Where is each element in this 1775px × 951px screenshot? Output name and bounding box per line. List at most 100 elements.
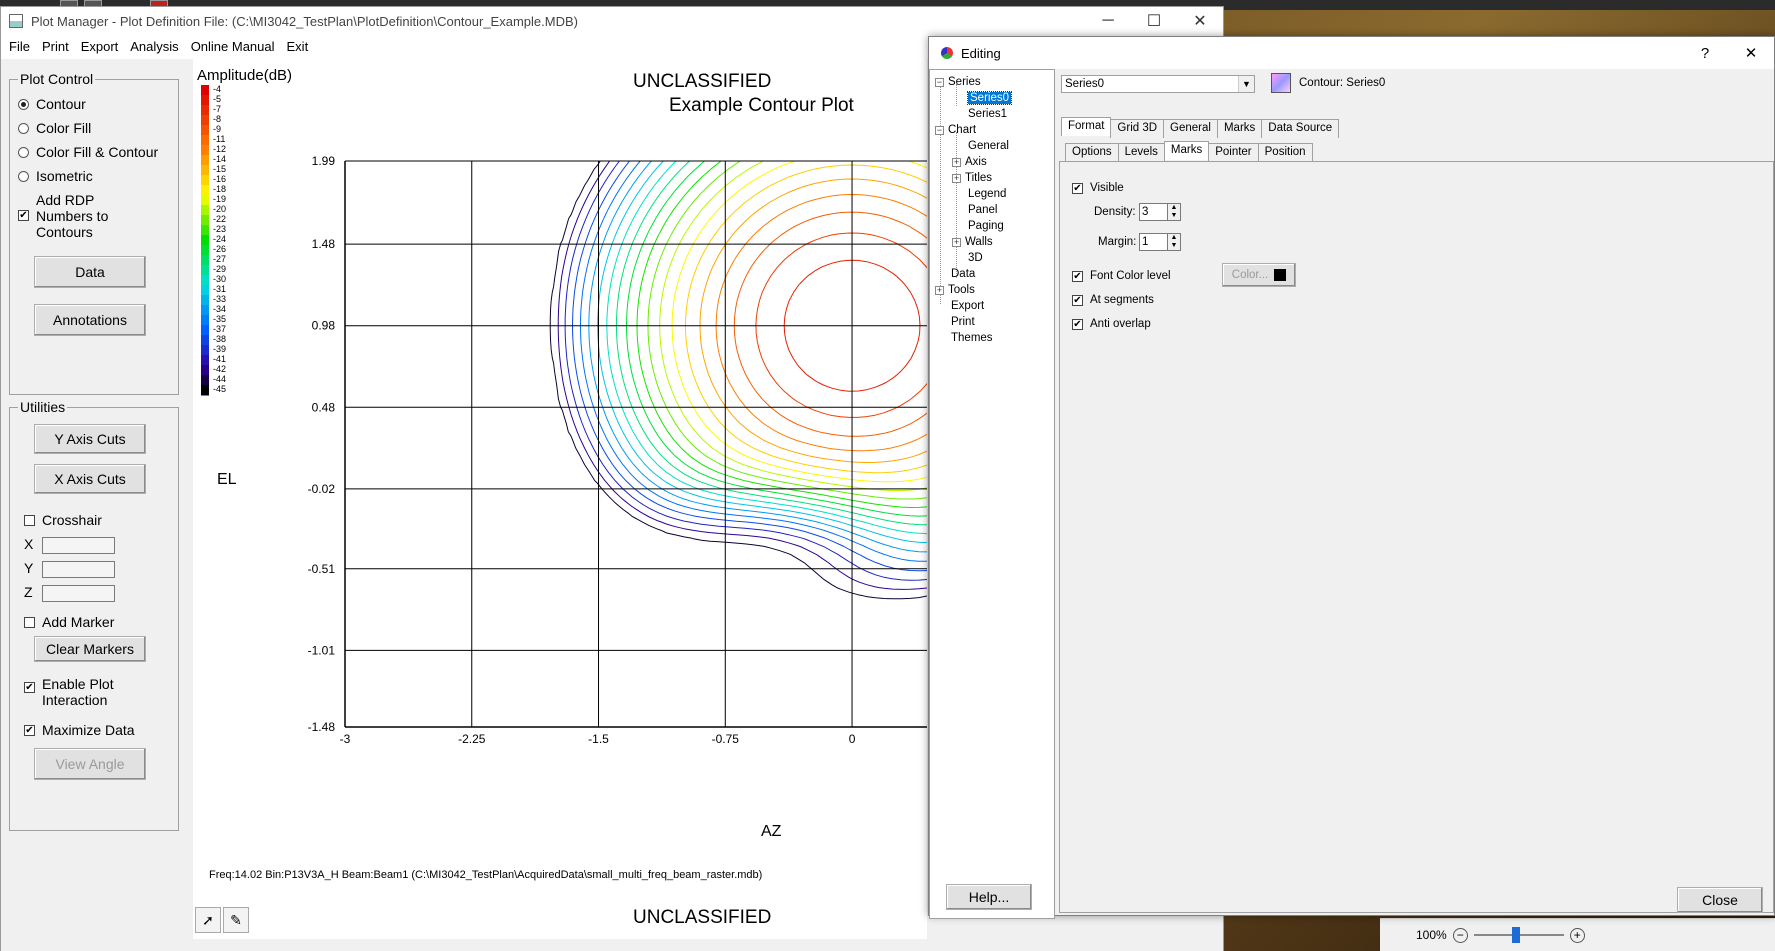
checkbox-unchecked[interactable] xyxy=(24,617,35,628)
font-color-level-checkbox[interactable]: ✔ Font Color level xyxy=(1072,270,1171,282)
radio-button-selected[interactable] xyxy=(18,99,29,110)
zoom-slider-thumb[interactable] xyxy=(1511,927,1520,943)
maximize-button[interactable]: ☐ xyxy=(1131,7,1177,35)
tree-series0[interactable]: Series0 xyxy=(967,91,1012,105)
utilities-group: Utilities Y Axis Cuts X Axis Cuts Crossh… xyxy=(9,399,179,831)
menu-exit[interactable]: Exit xyxy=(281,39,315,54)
zoom-in-icon[interactable]: + xyxy=(1569,927,1585,943)
z-coord-field[interactable] xyxy=(42,585,115,602)
annotations-button[interactable]: Annotations xyxy=(34,304,146,336)
at-segments-checkbox[interactable]: ✔ At segments xyxy=(1072,294,1154,306)
subtab-marks[interactable]: Marks xyxy=(1163,141,1210,160)
tab-data-source[interactable]: Data Source xyxy=(1261,119,1340,138)
expand-icon[interactable]: + xyxy=(952,173,961,183)
tree-legend[interactable]: Legend xyxy=(968,188,1006,200)
checkbox-checked[interactable]: ✔ xyxy=(18,210,29,221)
collapse-icon[interactable]: − xyxy=(935,125,944,135)
plot-area[interactable]: Amplitude(dB) UNCLASSIFIED Example Conto… xyxy=(193,59,927,939)
margin-stepper[interactable]: 1 ▲ ▼ xyxy=(1139,233,1181,251)
chevron-down-icon[interactable]: ▼ xyxy=(1238,76,1254,92)
help-button[interactable]: Help... xyxy=(946,884,1032,910)
y-coord-field[interactable] xyxy=(42,561,115,578)
menu-file[interactable]: File xyxy=(3,39,36,54)
expand-icon[interactable]: + xyxy=(952,237,961,247)
stepper-arrows-icon[interactable]: ▲ ▼ xyxy=(1167,203,1181,221)
radio-isometric[interactable]: Isometric xyxy=(18,168,93,184)
visible-checkbox[interactable]: ✔ Visible xyxy=(1072,182,1124,194)
radio-button[interactable] xyxy=(18,171,29,182)
density-stepper[interactable]: 3 ▲ ▼ xyxy=(1139,203,1181,221)
tree-series1[interactable]: Series1 xyxy=(968,108,1007,120)
tab-general[interactable]: General xyxy=(1163,119,1218,138)
x-axis-cuts-button[interactable]: X Axis Cuts xyxy=(34,464,146,494)
checkbox-checked[interactable]: ✔ xyxy=(1072,182,1083,194)
collapse-icon[interactable]: − xyxy=(935,77,944,87)
view-angle-button[interactable]: View Angle xyxy=(34,748,146,780)
add-marker-checkbox[interactable]: Add Marker xyxy=(24,614,114,630)
checkbox-checked[interactable]: ✔ xyxy=(1072,318,1083,330)
tree-walls[interactable]: + Walls xyxy=(952,236,993,248)
enable-plot-interaction-checkbox[interactable]: ✔ Enable Plot Interaction xyxy=(24,676,114,708)
anti-overlap-checkbox[interactable]: ✔ Anti overlap xyxy=(1072,318,1151,330)
tree-titles[interactable]: + Titles xyxy=(952,172,992,184)
subtab-position[interactable]: Position xyxy=(1257,143,1313,162)
subtab-levels[interactable]: Levels xyxy=(1117,143,1165,162)
clear-markers-button[interactable]: Clear Markers xyxy=(34,636,146,662)
close-button[interactable]: Close xyxy=(1677,887,1763,913)
checkbox-checked[interactable]: ✔ xyxy=(1072,294,1083,306)
stepper-arrows-icon[interactable]: ▲ ▼ xyxy=(1167,233,1181,251)
close-button[interactable]: ✕ xyxy=(1177,7,1223,35)
expand-icon[interactable]: + xyxy=(952,157,961,167)
subtab-pointer[interactable]: Pointer xyxy=(1208,143,1259,162)
radio-color-fill[interactable]: Color Fill xyxy=(18,120,91,136)
tab-format[interactable]: Format xyxy=(1061,117,1112,136)
tree-3d[interactable]: 3D xyxy=(968,252,983,264)
pointer-tool-icon[interactable]: ➚ xyxy=(195,907,221,933)
menu-export[interactable]: Export xyxy=(75,39,125,54)
contour-chart[interactable]: -4-5-7-8-9-11-12-14-15-16-18-19-20-22-23… xyxy=(193,59,927,901)
series-select[interactable]: Series0 ▼ xyxy=(1061,75,1255,93)
zoom-slider[interactable] xyxy=(1473,927,1564,943)
add-rdp-checkbox[interactable]: ✔ Add RDP Numbers to Contours xyxy=(18,192,108,240)
tree-tools[interactable]: + Tools xyxy=(935,284,975,296)
x-coord-field[interactable] xyxy=(42,537,115,554)
tree-data[interactable]: Data xyxy=(951,268,975,280)
zoom-out-icon[interactable]: − xyxy=(1452,927,1468,943)
menu-online-manual[interactable]: Online Manual xyxy=(185,39,281,54)
menu-print[interactable]: Print xyxy=(36,39,75,54)
checkbox-checked[interactable]: ✔ xyxy=(1072,270,1083,282)
tree-general[interactable]: General xyxy=(968,140,1009,152)
menu-analysis[interactable]: Analysis xyxy=(124,39,184,54)
minimize-button[interactable]: ─ xyxy=(1085,7,1131,35)
expand-icon[interactable]: + xyxy=(935,285,944,295)
radio-button[interactable] xyxy=(18,147,29,158)
tree-print[interactable]: Print xyxy=(951,316,975,328)
help-question-icon[interactable]: ? xyxy=(1682,37,1728,69)
tree-panel[interactable]: Panel xyxy=(968,204,997,216)
tab-grid-3d[interactable]: Grid 3D xyxy=(1110,119,1165,138)
tab-marks[interactable]: Marks xyxy=(1216,119,1263,138)
tree-export[interactable]: Export xyxy=(951,300,984,312)
main-titlebar[interactable]: Plot Manager - Plot Definition File: (C:… xyxy=(1,7,1223,35)
checkbox-unchecked[interactable] xyxy=(24,515,35,526)
radio-button[interactable] xyxy=(18,123,29,134)
radio-color-fill-contour[interactable]: Color Fill & Contour xyxy=(18,144,158,160)
dialog-titlebar[interactable]: Editing ? ✕ xyxy=(929,37,1774,69)
subtab-options[interactable]: Options xyxy=(1065,143,1119,162)
radio-contour[interactable]: Contour xyxy=(18,96,86,112)
tree-chart[interactable]: − Chart xyxy=(935,124,976,136)
data-button[interactable]: Data xyxy=(34,256,146,288)
edit-chart-tool-icon[interactable]: ✎ xyxy=(223,907,249,933)
dialog-close-icon[interactable]: ✕ xyxy=(1728,37,1774,69)
maximize-data-checkbox[interactable]: ✔ Maximize Data xyxy=(24,722,135,738)
tree-themes[interactable]: Themes xyxy=(951,332,993,344)
tree-series[interactable]: − Series xyxy=(935,76,981,88)
tree-axis[interactable]: + Axis xyxy=(952,156,987,168)
crosshair-checkbox[interactable]: Crosshair xyxy=(24,512,102,528)
y-axis-cuts-button[interactable]: Y Axis Cuts xyxy=(34,424,146,454)
chart-tree[interactable]: − Series Series0 Series1 − Chart General… xyxy=(929,69,1055,919)
color-button[interactable]: Color... xyxy=(1222,263,1296,287)
tree-paging[interactable]: Paging xyxy=(968,220,1004,232)
checkbox-checked[interactable]: ✔ xyxy=(24,725,35,736)
checkbox-checked[interactable]: ✔ xyxy=(24,682,35,693)
